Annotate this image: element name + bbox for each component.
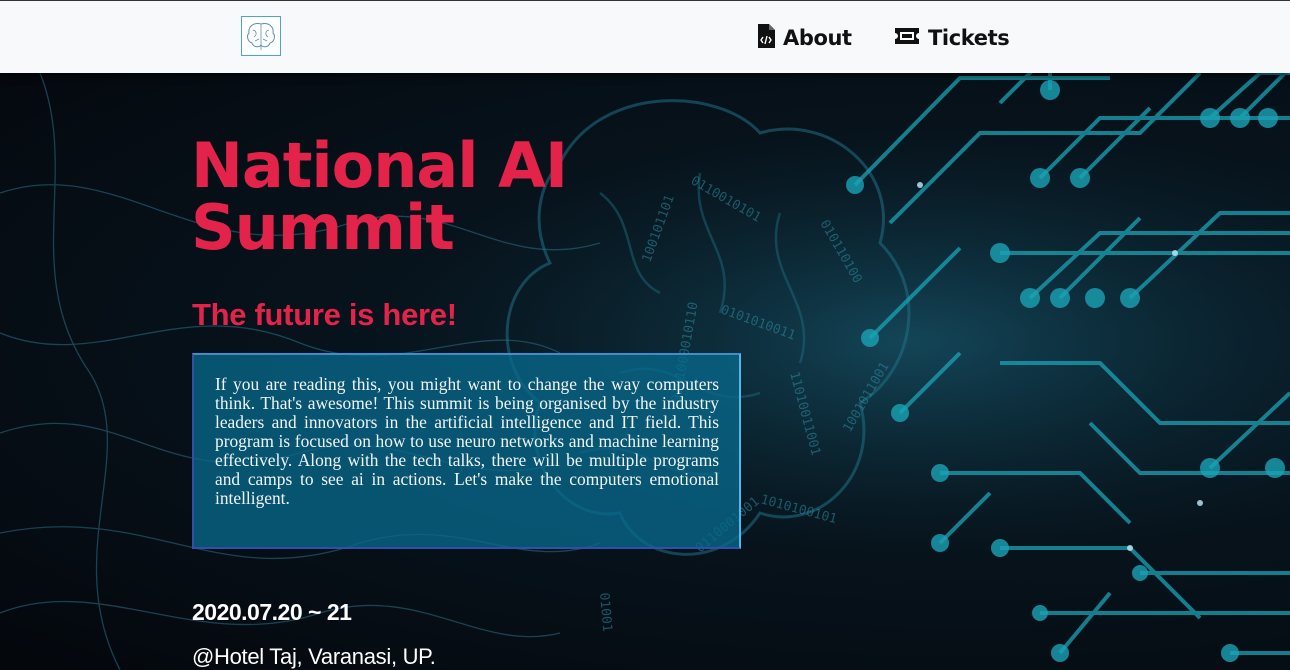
event-date: 2020.07.20 ~ 21 bbox=[192, 599, 352, 625]
nav-about-label: About bbox=[783, 26, 852, 50]
page-title: National AI Summit bbox=[191, 129, 568, 264]
event-venue: @Hotel Taj, Varanasi, UP. bbox=[192, 644, 436, 669]
description-box: If you are reading this, you might want … bbox=[192, 353, 741, 549]
hero-section: 0110010101 100101101 0101010011 01010000… bbox=[0, 73, 1290, 670]
ticket-icon bbox=[894, 26, 920, 51]
nav-tickets-label: Tickets bbox=[928, 26, 1010, 50]
code-file-icon bbox=[757, 23, 775, 53]
description-text: If you are reading this, you might want … bbox=[215, 374, 719, 508]
nav-tickets-link[interactable]: Tickets bbox=[894, 23, 1010, 53]
nav-about-link[interactable]: About bbox=[757, 23, 852, 53]
top-navbar: About Tickets bbox=[0, 0, 1290, 73]
brain-logo-icon[interactable] bbox=[241, 16, 281, 56]
tagline: The future is here! bbox=[192, 297, 457, 332]
